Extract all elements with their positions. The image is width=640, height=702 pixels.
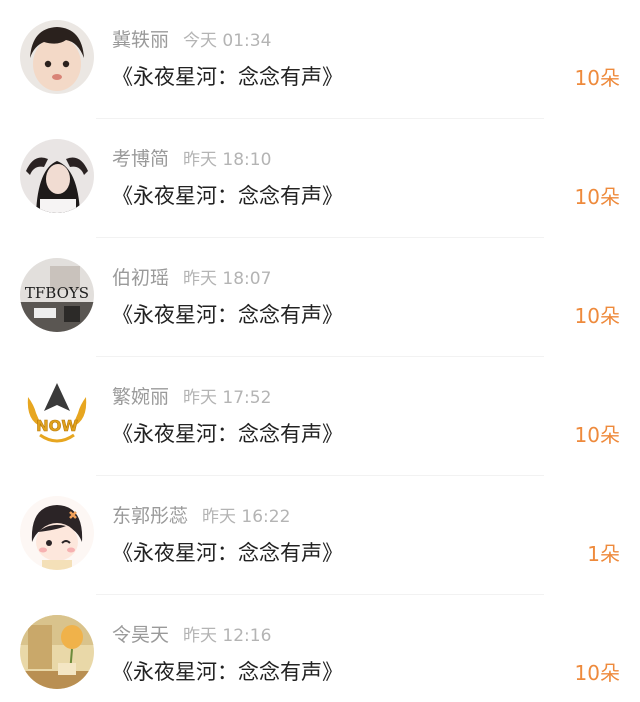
gift-record-list: 冀轶丽 今天 01:34 《永夜星河：念念有声》 10朵 考博简 昨天 18:10 …: [0, 0, 640, 702]
avatar-logo-text: NOW: [36, 417, 78, 435]
avatar-cartoon-girl-icon: [20, 496, 94, 570]
avatar-golden-emblem-icon: NOW: [20, 377, 94, 451]
gift-count: 10朵: [574, 66, 620, 90]
user-name[interactable]: 东郭彤蕊: [112, 505, 188, 527]
gift-count: 1朵: [587, 542, 620, 566]
gift-title[interactable]: 《永夜星河：念念有声》: [112, 419, 343, 449]
list-item[interactable]: TFBOYS 伯初瑶 昨天 18:07 《永夜星河：念念有声》 10朵: [0, 238, 640, 357]
timestamp: 昨天 18:07: [183, 269, 272, 289]
avatar-logo-text: TFBOYS: [25, 284, 89, 302]
gift-title[interactable]: 《永夜星河：念念有声》: [112, 657, 343, 687]
avatar[interactable]: TFBOYS: [20, 258, 94, 332]
avatar[interactable]: [20, 496, 94, 570]
avatar[interactable]: NOW: [20, 377, 94, 451]
user-name[interactable]: 令昊天: [112, 624, 169, 646]
avatar[interactable]: [20, 139, 94, 213]
avatar-still-life-photo-icon: [20, 615, 94, 689]
list-item[interactable]: 东郭彤蕊 昨天 16:22 《永夜星河：念念有声》 1朵: [0, 476, 640, 595]
list-item[interactable]: 令昊天 昨天 12:16 《永夜星河：念念有声》 10朵: [0, 595, 640, 702]
gift-title[interactable]: 《永夜星河：念念有声》: [112, 538, 343, 568]
timestamp: 今天 01:34: [183, 31, 272, 51]
user-name[interactable]: 伯初瑶: [112, 267, 169, 289]
list-item[interactable]: NOW 繁婉丽 昨天 17:52 《永夜星河：念念有声》 10朵: [0, 357, 640, 476]
entry-meta: 考博简 昨天 18:10: [112, 146, 271, 172]
gift-count: 10朵: [574, 185, 620, 209]
timestamp: 昨天 18:10: [183, 150, 272, 170]
list-item[interactable]: 冀轶丽 今天 01:34 《永夜星河：念念有声》 10朵: [0, 0, 640, 119]
gift-title[interactable]: 《永夜星河：念念有声》: [112, 62, 343, 92]
list-item[interactable]: 考博简 昨天 18:10 《永夜星河：念念有声》 10朵: [0, 119, 640, 238]
timestamp: 昨天 12:16: [183, 626, 272, 646]
gift-title[interactable]: 《永夜星河：念念有声》: [112, 181, 343, 211]
gift-count: 10朵: [574, 304, 620, 328]
entry-meta: 繁婉丽 昨天 17:52: [112, 384, 271, 410]
entry-meta: 伯初瑶 昨天 18:07: [112, 265, 271, 291]
avatar-tfboys-photo-icon: TFBOYS: [20, 258, 94, 332]
user-name[interactable]: 考博简: [112, 148, 169, 170]
entry-meta: 令昊天 昨天 12:16: [112, 622, 271, 648]
timestamp: 昨天 17:52: [183, 388, 272, 408]
user-name[interactable]: 冀轶丽: [112, 29, 169, 51]
timestamp: 昨天 16:22: [202, 507, 291, 527]
avatar-girl-photo-icon: [20, 139, 94, 213]
entry-meta: 东郭彤蕊 昨天 16:22: [112, 503, 290, 529]
entry-meta: 冀轶丽 今天 01:34: [112, 27, 271, 53]
gift-count: 10朵: [574, 661, 620, 685]
gift-count: 10朵: [574, 423, 620, 447]
avatar[interactable]: [20, 615, 94, 689]
gift-title[interactable]: 《永夜星河：念念有声》: [112, 300, 343, 330]
avatar-child-photo-icon: [20, 20, 94, 94]
avatar[interactable]: [20, 20, 94, 94]
user-name[interactable]: 繁婉丽: [112, 386, 169, 408]
